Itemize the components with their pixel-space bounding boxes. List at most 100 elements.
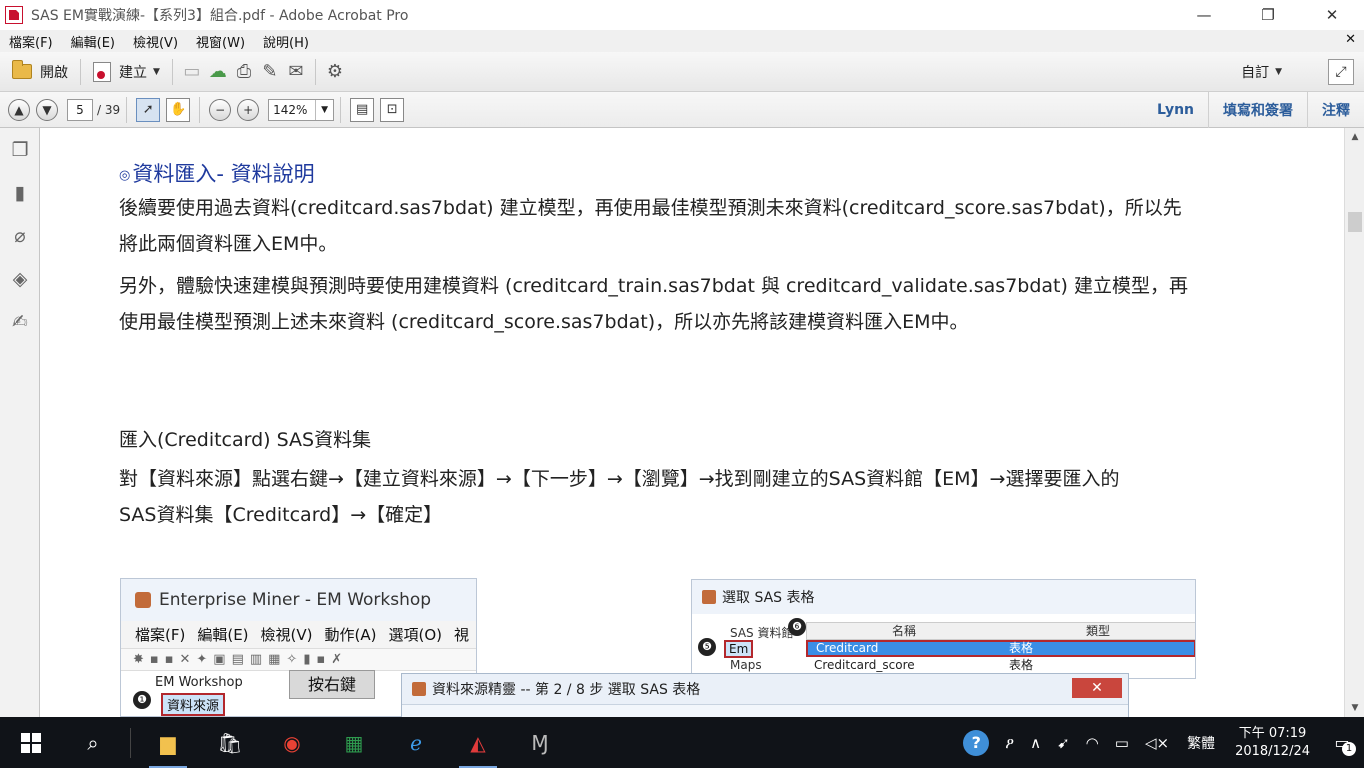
notification-icon[interactable]: ▭ 1 [1320, 717, 1364, 768]
select-cursor-icon[interactable]: ➚ [136, 97, 161, 122]
scroll-thumb[interactable] [1348, 212, 1362, 232]
zoom-out-icon[interactable]: − [209, 98, 232, 121]
help-icon[interactable]: ? [955, 729, 997, 756]
subheading: 匯入(Creditcard) SAS資料集 [119, 429, 372, 451]
expand-icon[interactable]: ⤢ [1328, 59, 1354, 85]
previous-page-icon[interactable]: ▲ [8, 98, 30, 121]
comment-button[interactable]: 注釋 [1307, 92, 1364, 128]
minimize-button[interactable]: — [1172, 0, 1236, 30]
create-button[interactable]: 建立 ▼ [87, 57, 166, 87]
toolbar-separator [126, 96, 128, 123]
gear-icon[interactable]: ⚙ [322, 59, 348, 85]
chrome-icon[interactable]: ◉ [261, 717, 323, 768]
hand-tool-icon[interactable]: ✋ [166, 97, 191, 122]
taskbar: ⌕ ▆ 🛍 ◉ ▦ ℯ ◭ Ɱ ? ዖ ∧ ➹ ◠ ▭ ◁× 繁體 下午 07:… [0, 717, 1364, 768]
scroll-down-icon[interactable]: ▼ [1345, 699, 1364, 717]
page-number-input[interactable]: 5 [67, 98, 93, 121]
volume-muted-icon[interactable]: ◁× [1137, 734, 1177, 752]
start-button[interactable] [0, 717, 62, 768]
sas-em-icon[interactable]: Ɱ [509, 717, 571, 768]
row-type: 表格 [1009, 658, 1034, 672]
toolbar-right: 自訂 ▼ ⤢ [1235, 52, 1364, 92]
toolbar-separator [199, 96, 201, 123]
people-icon[interactable]: ዖ [997, 734, 1022, 752]
maximize-button[interactable]: ❐ [1236, 0, 1300, 30]
edit-icon[interactable]: ✎ [257, 59, 283, 85]
wizard-body [402, 704, 1128, 717]
zoom-in-icon[interactable]: + [237, 98, 260, 121]
menu-help[interactable]: 說明(H) [254, 32, 318, 51]
paragraph-line: SAS資料集【Creditcard】→【確定】 [119, 504, 443, 526]
signature-icon[interactable]: ✍ [0, 300, 40, 343]
zoom-select[interactable]: 142% ▼ [268, 98, 335, 121]
attachment-icon[interactable]: ⌀ [0, 214, 40, 257]
acrobat-taskbar-icon[interactable]: ◭ [447, 717, 509, 768]
menu-window[interactable]: 視窗(W) [187, 32, 254, 51]
fit-width-icon[interactable]: ⊡ [380, 97, 405, 122]
fit-page-icon[interactable]: ▤ [350, 97, 375, 122]
em-menu-item: 視 [453, 626, 469, 644]
close-button[interactable]: ✕ [1300, 0, 1364, 30]
heading-bullet: ◎ [119, 168, 131, 183]
vertical-scrollbar[interactable]: ▲ ▼ [1344, 128, 1364, 717]
wizard-title: 資料來源精靈 -- 第 2 / 8 步 選取 SAS 表格 [402, 674, 1128, 704]
em-menu-item: 編輯(E) [197, 626, 249, 644]
toolbar-separator [314, 58, 316, 85]
chevron-up-icon[interactable]: ∧ [1022, 734, 1049, 752]
paragraph-line: 將此兩個資料匯入EM中。 [119, 233, 338, 255]
toolbar-separator [340, 96, 342, 123]
em-menu-item: 動作(A) [324, 626, 377, 644]
clock-date: 2018/12/24 [1235, 743, 1310, 759]
customize-label: 自訂 [1241, 65, 1270, 81]
wifi-icon[interactable]: ◠ [1078, 734, 1107, 752]
acrobat-icon [5, 6, 23, 24]
wizard-close-icon: ✕ [1072, 678, 1122, 698]
clock[interactable]: 下午 07:19 2018/12/24 [1225, 725, 1320, 761]
document-view[interactable]: ◎資料匯入- 資料說明 後續要使用過去資料(creditcard.sas7bda… [41, 128, 1344, 717]
bookmark-icon[interactable]: ▮ [0, 171, 40, 214]
toolbar-separator [80, 58, 81, 85]
next-page-icon[interactable]: ▼ [36, 98, 58, 121]
table-row: Creditcard 表格 [806, 640, 1195, 657]
row-type: 表格 [1009, 641, 1034, 655]
system-tray: ? ዖ ∧ ➹ ◠ ▭ ◁× 繁體 下午 07:19 2018/12/24 ▭ 1 [955, 717, 1364, 768]
document-close-button[interactable]: ✕ [1345, 32, 1356, 47]
cloud-upload-icon[interactable]: ☁ [205, 59, 231, 85]
customize-button[interactable]: 自訂 ▼ [1235, 57, 1288, 87]
email-icon[interactable]: ✉ [283, 59, 309, 85]
open-label: 開啟 [40, 64, 68, 81]
scroll-up-icon[interactable]: ▲ [1345, 128, 1364, 146]
chevron-down-icon: ▼ [1275, 67, 1282, 77]
store-icon[interactable]: 🛍 [199, 717, 261, 768]
navigation-panel: ❐ ▮ ⌀ ◈ ✍ [0, 128, 40, 717]
internet-explorer-icon[interactable]: ℯ [385, 717, 447, 768]
em-menu-bar: 檔案(F) 編輯(E) 檢視(V) 動作(A) 選項(O) 視 [121, 621, 476, 649]
zoom-value: 142% [273, 102, 308, 117]
file-explorer-icon[interactable]: ▆ [137, 717, 199, 768]
battery-icon[interactable]: ▭ [1107, 734, 1137, 752]
open-button[interactable]: 開啟 [6, 57, 74, 87]
fill-sign-button[interactable]: 填寫和簽署 [1208, 92, 1307, 128]
paragraph-line: 另外，體驗快速建模與預測時要使用建模資料 (creditcard_train.s… [119, 275, 1188, 297]
menu-edit[interactable]: 編輯(E) [62, 32, 124, 51]
pages-icon[interactable]: ❐ [0, 128, 40, 171]
menu-view[interactable]: 檢視(V) [124, 32, 187, 51]
user-button[interactable]: Lynn [1143, 92, 1208, 128]
ime-icon[interactable]: ➹ [1049, 734, 1078, 752]
data-source-wizard-dialog: 資料來源精靈 -- 第 2 / 8 步 選取 SAS 表格 ✕ [401, 673, 1129, 717]
tree-node-data-source: 資料來源 [161, 693, 226, 716]
paragraph-1: 後續要使用過去資料(creditcard.sas7bdat) 建立模型，再使用最… [119, 190, 1269, 262]
toolbar2-right: Lynn 填寫和簽署 注釋 [1143, 92, 1364, 128]
library-maps: Maps [730, 658, 762, 672]
language-indicator[interactable]: 繁體 [1177, 733, 1225, 753]
print-icon[interactable]: ⎙ [231, 59, 257, 85]
save-icon[interactable]: ▭ [179, 59, 205, 85]
excel-icon[interactable]: ▦ [323, 717, 385, 768]
em-menu-item: 檢視(V) [260, 626, 313, 644]
notification-count: 1 [1342, 742, 1356, 756]
layers-icon[interactable]: ◈ [0, 257, 40, 300]
em-menu-item: 檔案(F) [135, 626, 186, 644]
search-icon[interactable]: ⌕ [62, 717, 124, 768]
menu-file[interactable]: 檔案(F) [0, 32, 62, 51]
table-row: Creditcard_score 表格 [806, 657, 1195, 674]
